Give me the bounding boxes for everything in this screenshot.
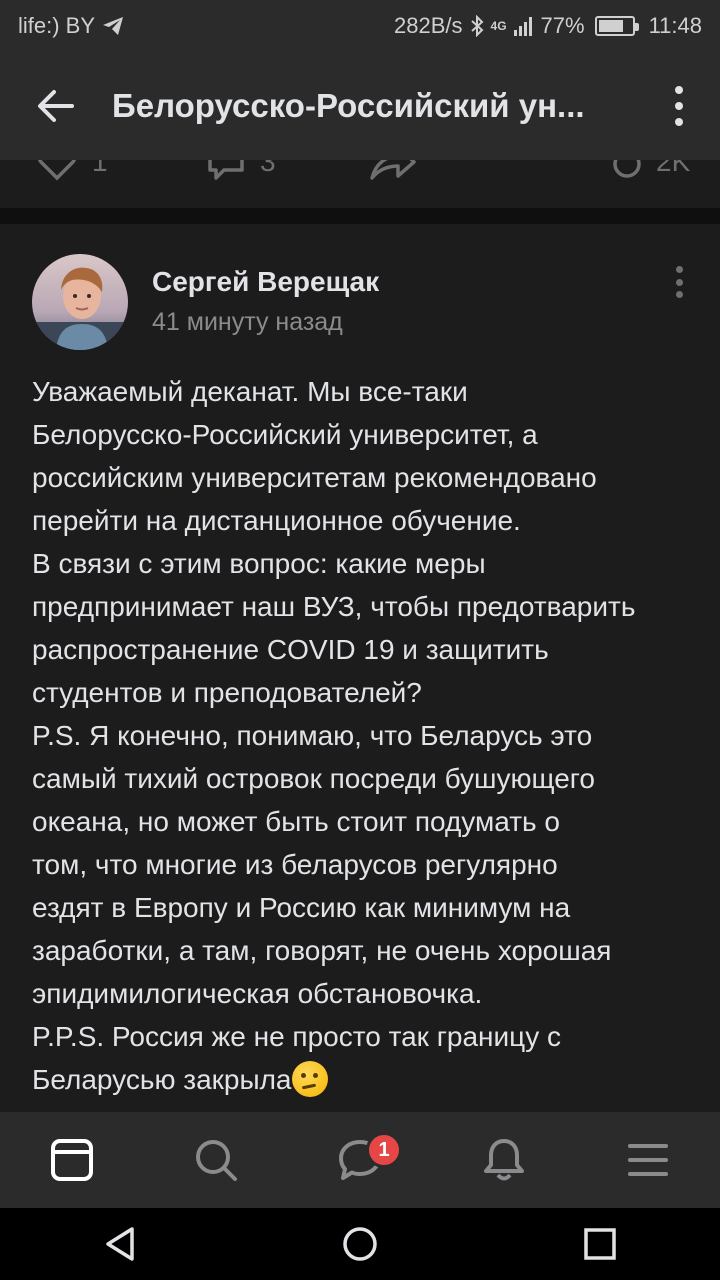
post-text: Уважаемый деканат. Мы все-таки Белорусск… xyxy=(32,370,702,1101)
battery-percent: 77% xyxy=(540,13,585,38)
more-vertical-icon[interactable] xyxy=(664,86,694,126)
author-name[interactable]: Сергей Верещак xyxy=(152,266,379,298)
bottom-tab-bar: 1 xyxy=(0,1112,720,1208)
notifications-icon xyxy=(484,1139,524,1181)
post-line: Белорусско-Российский университет, а xyxy=(32,419,538,450)
circle-home-icon xyxy=(343,1227,377,1261)
arrow-left-icon xyxy=(38,90,74,122)
triangle-back-icon xyxy=(106,1227,134,1261)
avatar-photo xyxy=(32,254,128,350)
page-title: Белорусско-Российский ун... xyxy=(112,87,585,124)
system-recents-button[interactable] xyxy=(560,1208,640,1280)
share-button[interactable] xyxy=(368,160,416,182)
post-line: океана, но может быть стоит подумать о xyxy=(32,806,560,837)
search-icon xyxy=(196,1140,237,1181)
tab-menu[interactable] xyxy=(600,1112,696,1208)
post-line: заработки, а там, говорят, не очень хоро… xyxy=(32,935,612,966)
views-counter: 2K xyxy=(612,160,690,182)
status-bar: life:) BY 282B/s 4G 77% 11:48 xyxy=(0,0,720,52)
post: Сергей Верещак 41 минуту назад Уважаемый… xyxy=(0,224,720,1112)
post-separator xyxy=(0,208,720,224)
status-right: 282B/s 4G 77% 11:48 xyxy=(394,13,702,39)
comment-icon xyxy=(208,160,244,180)
news-icon xyxy=(51,1139,93,1181)
network-type: 4G xyxy=(490,19,507,33)
post-line: том, что многие из беларусов регулярно xyxy=(32,849,558,880)
tab-news[interactable] xyxy=(24,1112,120,1208)
like-count: 1 xyxy=(92,160,108,177)
post-line: В связи с этим вопрос: какие меры xyxy=(32,548,486,579)
comment-button[interactable]: 3 xyxy=(206,160,276,182)
like-button[interactable]: 1 xyxy=(36,160,108,182)
signal-icon xyxy=(513,17,532,36)
battery-icon xyxy=(594,16,639,36)
tab-search[interactable] xyxy=(168,1112,264,1208)
post-line: P.S. Я конечно, понимаю, что Беларусь эт… xyxy=(32,720,593,751)
heart-icon xyxy=(37,160,77,181)
post-line: P.P.S. Россия же не просто так границу с xyxy=(32,1021,561,1052)
share-icon xyxy=(370,160,416,180)
post-line: ездят в Европу и Россию как минимум на xyxy=(32,892,571,923)
post-line: российским университетам рекомендовано xyxy=(32,462,597,493)
back-button[interactable] xyxy=(0,52,112,160)
post-line: предпринимает наш ВУЗ, чтобы предотварит… xyxy=(32,591,636,622)
system-nav-bar xyxy=(0,1208,720,1280)
clock: 11:48 xyxy=(648,13,702,38)
app-header: Белорусско-Российский ун... xyxy=(0,52,720,160)
previous-post-actions: 1 3 2K xyxy=(0,160,720,208)
avatar[interactable] xyxy=(32,254,128,350)
messages-badge: 1 xyxy=(366,1132,402,1168)
eye-icon xyxy=(613,160,641,178)
telegram-icon xyxy=(103,17,124,35)
post-line: Уважаемый деканат. Мы все-таки xyxy=(32,376,468,407)
post-timestamp: 41 минуту назад xyxy=(152,308,343,336)
post-line: самый тихий островок посреди бушующего xyxy=(32,763,595,794)
battery-fill xyxy=(598,20,624,32)
bluetooth-icon xyxy=(470,15,483,37)
menu-icon xyxy=(628,1144,668,1176)
network-speed: 282B/s xyxy=(394,13,463,38)
comment-count: 3 xyxy=(260,160,276,177)
post-line: распространение COVID 19 и защитить xyxy=(32,634,549,665)
tab-notifications[interactable] xyxy=(456,1112,552,1208)
tab-messages[interactable]: 1 xyxy=(312,1112,408,1208)
system-home-button[interactable] xyxy=(320,1208,400,1280)
views-count: 2K xyxy=(656,160,691,177)
post-line: эпидимилогическая обстановочка. xyxy=(32,978,483,1009)
square-recents-icon xyxy=(584,1228,616,1260)
post-line: студентов и преподователей? xyxy=(32,677,422,708)
post-line-last: Беларусью закрыла xyxy=(32,1058,702,1101)
carrier-label: life:) BY xyxy=(18,13,96,38)
post-more-icon[interactable] xyxy=(674,266,684,298)
thinking-face-icon xyxy=(291,1061,328,1097)
post-line: Беларусью закрыла xyxy=(32,1064,292,1095)
system-back-button[interactable] xyxy=(80,1208,160,1280)
post-line: перейти на дистанционное обучение. xyxy=(32,505,521,536)
status-left: life:) BY xyxy=(18,13,125,39)
